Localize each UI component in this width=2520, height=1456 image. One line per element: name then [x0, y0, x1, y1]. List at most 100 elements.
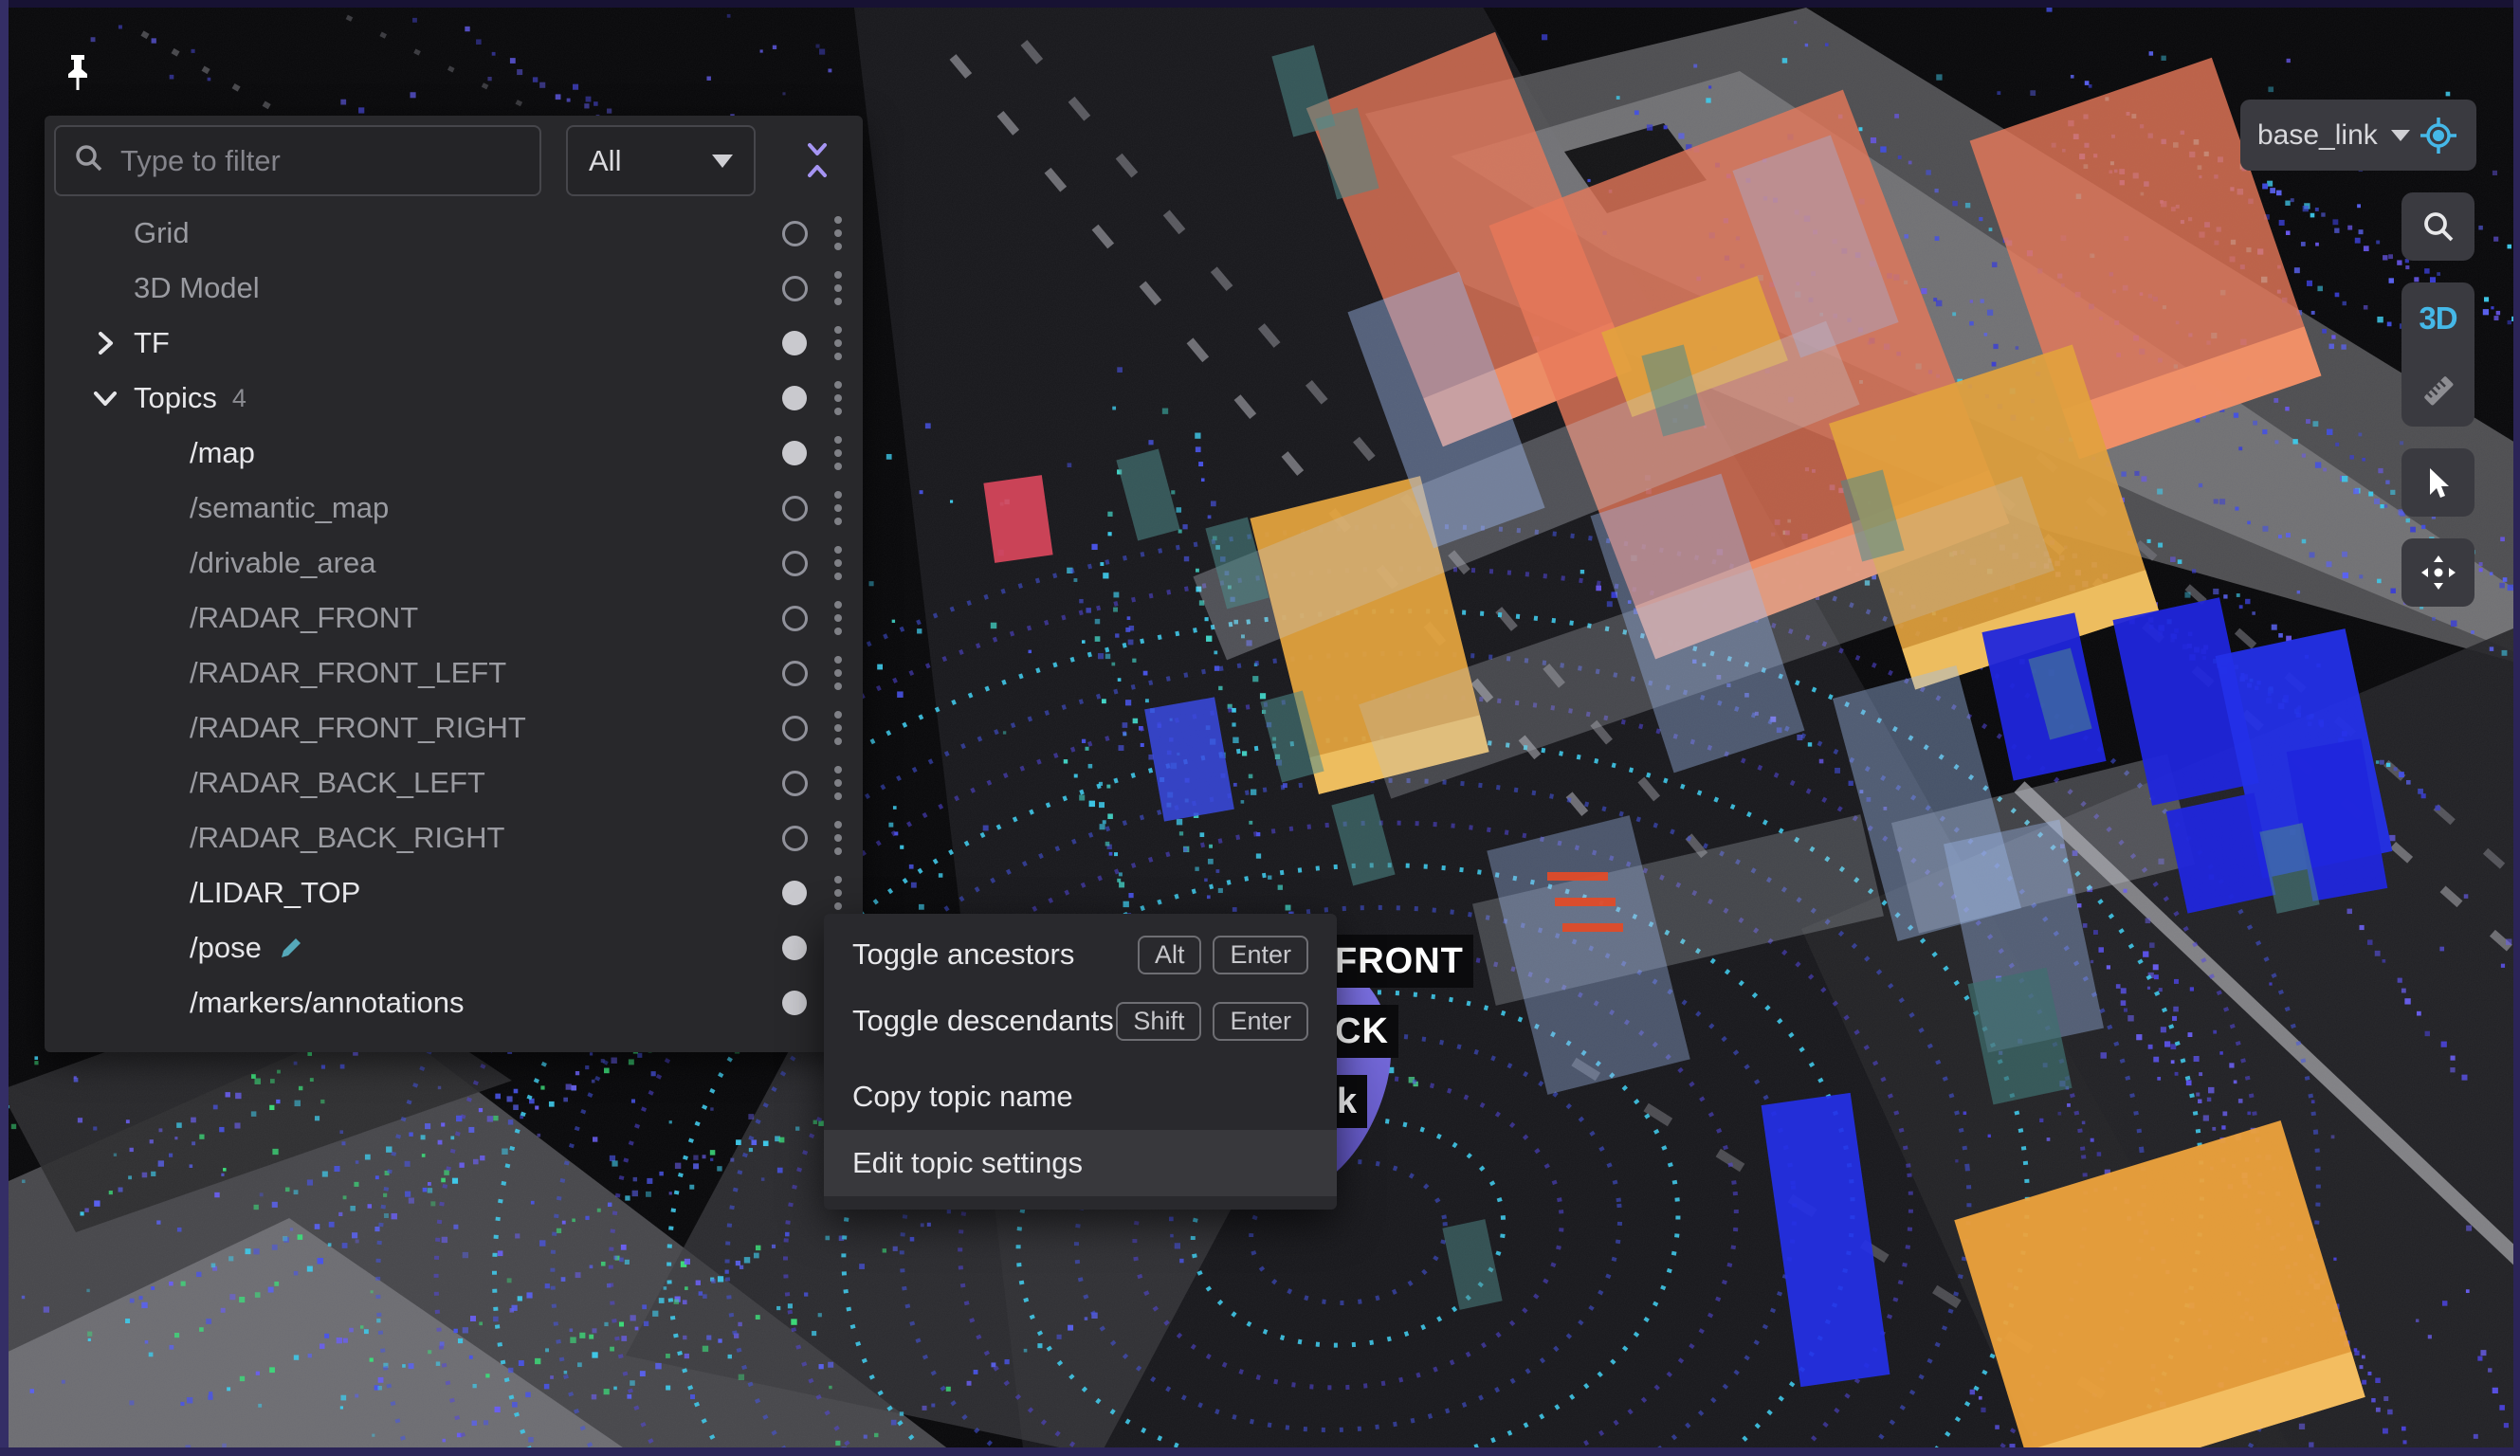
tree-row-radar-back-right[interactable]: /RADAR_BACK_RIGHT [45, 810, 863, 865]
pointer-icon-button[interactable] [2401, 448, 2474, 517]
hidden-dot [782, 771, 808, 796]
visibility-toggle[interactable] [774, 716, 815, 741]
3d-mode-icon-button[interactable]: 3D [2401, 284, 2474, 353]
visibility-toggle[interactable] [774, 991, 815, 1015]
row-menu-icon[interactable] [817, 654, 859, 692]
toolbar-group [2401, 448, 2474, 517]
tree-row-topics[interactable]: Topics4 [45, 371, 863, 426]
tree-row-radar-front-right[interactable]: /RADAR_FRONT_RIGHT [45, 701, 863, 755]
tree-row-map[interactable]: /map [45, 426, 863, 481]
pin-icon[interactable] [61, 53, 95, 99]
row-menu-icon[interactable] [817, 819, 859, 857]
menu-item-label: Toggle descendants [852, 1004, 1114, 1038]
topic-filter[interactable] [54, 125, 541, 196]
row-label: /markers/annotations [190, 986, 464, 1020]
visibility-toggle[interactable] [774, 331, 815, 355]
chevron-down-icon[interactable] [92, 385, 134, 411]
hidden-dot [782, 606, 808, 631]
detection-box [1487, 815, 1690, 1095]
visibility-toggle[interactable] [774, 606, 815, 631]
key-chip: Enter [1213, 1002, 1308, 1041]
frame-selector[interactable]: base_link [2240, 100, 2476, 171]
row-menu-icon[interactable] [817, 324, 859, 362]
row-label: /semantic_map [190, 491, 389, 525]
row-menu-icon[interactable] [817, 379, 859, 417]
menu-item-label: Toggle ancestors [852, 937, 1074, 972]
row-label: /pose [190, 931, 262, 965]
row-menu-icon[interactable] [817, 709, 859, 747]
follow-frame-icon[interactable] [2418, 115, 2459, 156]
visibility-toggle[interactable] [774, 661, 815, 686]
visibility-toggle[interactable] [774, 496, 815, 521]
tree-row-radar-back-left[interactable]: /RADAR_BACK_LEFT [45, 755, 863, 810]
window-border [0, 0, 2520, 8]
detection-box [983, 475, 1052, 563]
row-label: /RADAR_BACK_RIGHT [190, 821, 504, 855]
collapse-all-button[interactable] [790, 133, 845, 188]
detection-box [1562, 923, 1623, 932]
detection-box [1555, 898, 1616, 906]
chevron-right-icon[interactable] [92, 330, 134, 356]
row-label: TF [134, 326, 170, 360]
tree-row-lidar-top[interactable]: /LIDAR_TOP [45, 865, 863, 920]
row-label: /map [190, 436, 255, 470]
row-menu-icon[interactable] [817, 764, 859, 802]
menu-item-toggle-descendants[interactable]: Toggle descendantsShiftEnter [824, 988, 1337, 1054]
app-window: FRONTCKk All Grid3D ModelTFTopics4/m [0, 0, 2520, 1456]
edit-pose-icon[interactable] [277, 934, 305, 962]
visibility-toggle[interactable] [774, 771, 815, 796]
ruler-icon-button[interactable] [2401, 356, 2474, 425]
detection-box [1547, 872, 1608, 881]
detection-box [1144, 697, 1234, 821]
hidden-dot [782, 716, 808, 741]
row-menu-icon[interactable] [817, 269, 859, 307]
topic-tree: Grid3D Model TF Topics4/map/semantic_map/d… [45, 206, 863, 1030]
shortcut-keys: AltEnter [1138, 936, 1308, 974]
menu-item-copy-topic-name[interactable]: Copy topic name [824, 1064, 1337, 1130]
row-menu-icon[interactable] [817, 874, 859, 912]
row-menu-icon[interactable] [817, 214, 859, 252]
tree-row-tf[interactable]: TF [45, 316, 863, 371]
visible-dot [782, 991, 807, 1015]
visibility-filter-select[interactable]: All [566, 125, 756, 196]
visibility-toggle[interactable] [774, 386, 815, 410]
tree-row-radar-front[interactable]: /RADAR_FRONT [45, 591, 863, 646]
tree-row-pose[interactable]: /pose [45, 920, 863, 975]
visibility-filter-value: All [589, 144, 621, 178]
hidden-dot [782, 826, 808, 851]
visible-dot [782, 441, 807, 465]
tree-row-radar-front-left[interactable]: /RADAR_FRONT_LEFT [45, 646, 863, 701]
shortcut-keys: ShiftEnter [1116, 1002, 1308, 1041]
visibility-toggle[interactable] [774, 551, 815, 576]
menu-item-edit-topic-settings[interactable]: Edit topic settings [824, 1130, 1337, 1196]
chevron-down-icon [712, 155, 733, 168]
pan-icon-button[interactable] [2401, 538, 2474, 607]
filter-input[interactable] [119, 143, 522, 179]
row-menu-icon[interactable] [817, 599, 859, 637]
visibility-toggle[interactable] [774, 936, 815, 960]
frame-label: FRONT [1325, 935, 1473, 988]
detection-box [1954, 1120, 2365, 1456]
visibility-toggle[interactable] [774, 276, 815, 301]
visibility-toggle[interactable] [774, 221, 815, 246]
tree-row-grid[interactable]: Grid [45, 206, 863, 261]
visibility-toggle[interactable] [774, 826, 815, 851]
detection-box [1762, 1093, 1890, 1387]
row-menu-icon[interactable] [817, 489, 859, 527]
visibility-toggle[interactable] [774, 441, 815, 465]
row-label: /RADAR_FRONT_RIGHT [190, 711, 526, 745]
row-menu-icon[interactable] [817, 544, 859, 582]
tree-row-drivable-area[interactable]: /drivable_area [45, 536, 863, 591]
tree-row-semantic-map[interactable]: /semantic_map [45, 481, 863, 536]
hidden-dot [782, 496, 808, 521]
tree-row-markers-annotations[interactable]: /markers/annotations [45, 975, 863, 1030]
search-icon-button[interactable] [2401, 192, 2474, 261]
toolbar-group [2401, 192, 2474, 261]
visibility-toggle[interactable] [774, 881, 815, 905]
row-menu-icon[interactable] [817, 434, 859, 472]
row-label: /RADAR_FRONT [190, 601, 418, 635]
tree-row-3d-model[interactable]: 3D Model [45, 261, 863, 316]
search-icon [73, 142, 105, 179]
context-menu: Toggle ancestors AltEnter Toggle descendan… [824, 914, 1337, 1210]
menu-item-toggle-ancestors[interactable]: Toggle ancestors AltEnter [824, 921, 1337, 988]
